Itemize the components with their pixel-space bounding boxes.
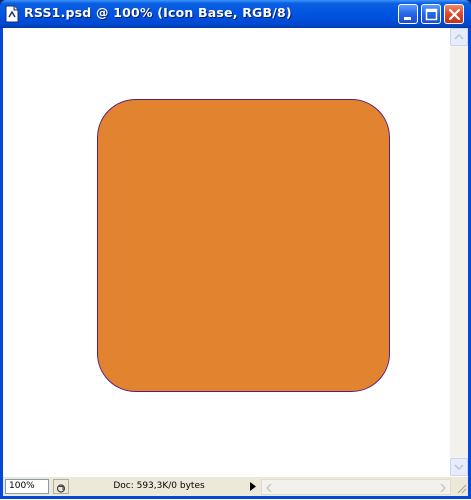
minimize-button[interactable] [398, 4, 418, 24]
status-menu-button[interactable] [247, 479, 259, 494]
arrow-right-icon [440, 483, 447, 493]
navigator-button[interactable] [53, 479, 69, 494]
horizontal-scrollbar[interactable] [261, 479, 451, 495]
maximize-icon [425, 8, 438, 21]
document-icon [5, 5, 19, 23]
document-size-info: Doc: 593,3K/0 bytes [113, 481, 205, 491]
icon-base-shape[interactable] [97, 99, 390, 392]
navigator-icon [56, 484, 66, 493]
scroll-up-button[interactable] [450, 28, 468, 46]
scroll-down-button[interactable] [450, 458, 468, 476]
canvas-artwork [97, 99, 390, 392]
maximize-button[interactable] [421, 4, 441, 24]
document-window: RSS1.psd @ 100% (Icon Base, RGB/8) 100% … [0, 0, 471, 499]
arrow-up-icon [454, 33, 464, 40]
zoom-field[interactable]: 100% [5, 479, 49, 494]
vertical-scrollbar[interactable] [450, 28, 468, 476]
resize-grip[interactable] [453, 477, 468, 496]
scroll-left-button[interactable] [262, 480, 277, 494]
title-bar[interactable]: RSS1.psd @ 100% (Icon Base, RGB/8) [0, 0, 471, 28]
status-bar: 100% Doc: 593,3K/0 bytes [3, 476, 468, 496]
window-title: RSS1.psd @ 100% (Icon Base, RGB/8) [24, 5, 292, 20]
play-arrow-icon [250, 482, 256, 491]
minimize-icon [404, 17, 411, 20]
document-canvas[interactable] [3, 28, 450, 476]
arrow-down-icon [454, 464, 464, 471]
arrow-left-icon [265, 483, 272, 493]
close-icon [448, 8, 461, 21]
resize-grip-icon [457, 484, 467, 494]
close-button[interactable] [444, 4, 464, 24]
scroll-right-button[interactable] [435, 480, 450, 494]
